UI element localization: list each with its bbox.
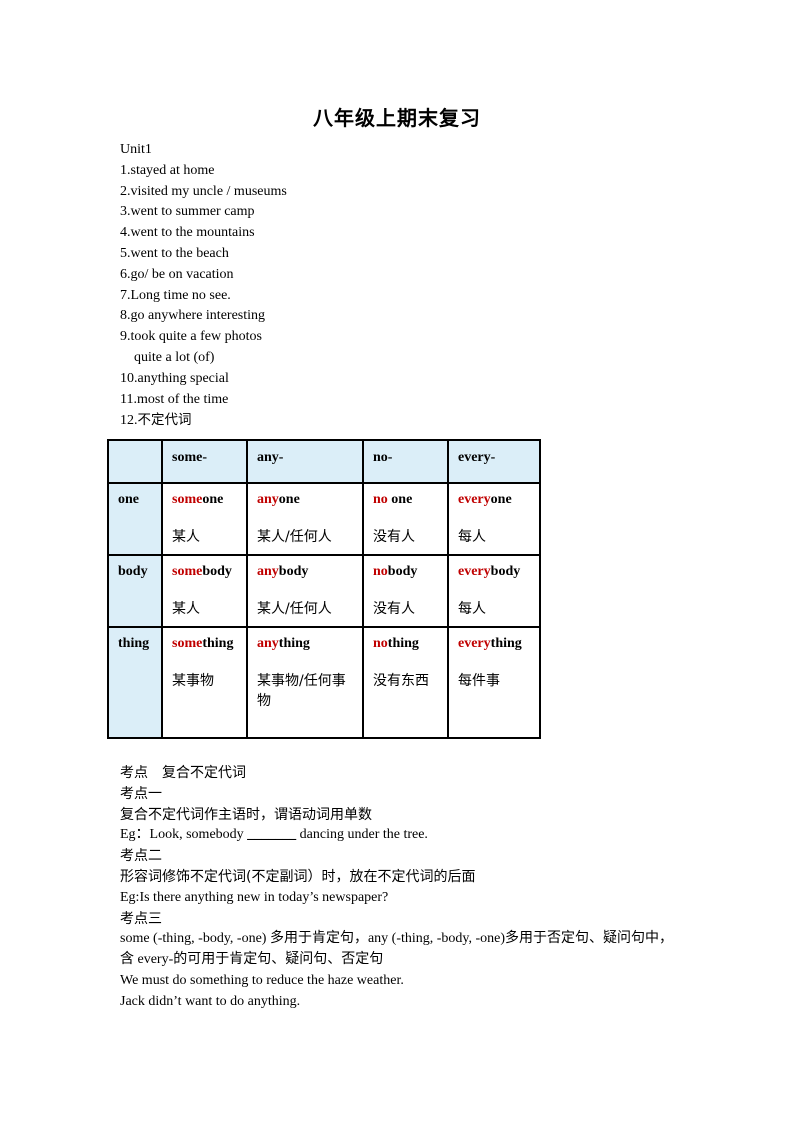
point-title: 考点一 (120, 785, 162, 802)
header-cell (107, 439, 163, 484)
point-title: 考点二 (120, 848, 162, 865)
list-item: 12.不定代词 (120, 410, 287, 431)
table-cell: everything 每件事 (447, 626, 541, 739)
list-item: 11.most of the time (120, 391, 229, 407)
table-cell: anything 某事物/任何事物 (246, 626, 364, 739)
document-title: 八年级上期末复习 (313, 106, 481, 130)
table-cell: nobody 没有人 (362, 554, 449, 628)
table-cell: anyone 某人/任何人 (246, 482, 364, 556)
table-row: one someone 某人 anyone 某人/任何人 no one 没有人 eve… (107, 482, 541, 556)
list-item: 10.anything special (120, 370, 229, 386)
list-item: 6.go/ be on vacation (120, 266, 234, 282)
point-rule: 含 every-的可用于肯定句、疑问句、否定句 (120, 952, 384, 968)
list-item: 2.visited my uncle / museums (120, 183, 287, 199)
table-cell: everybody 每人 (447, 554, 541, 628)
header-cell: some- (161, 439, 248, 484)
point-rule: 形容词修饰不定代词(不定副词）时，放在不定代词的后面 (120, 868, 476, 885)
header-cell: every- (447, 439, 541, 484)
list-item: 1.stayed at home (120, 162, 215, 178)
table-cell: nothing 没有东西 (362, 626, 449, 739)
section-heading: 考点 复合不定代词 (120, 765, 246, 781)
table-cell: anybody 某人/任何人 (246, 554, 364, 628)
exam-points-section: 考点 复合不定代词 考点一 复合不定代词作主语时，谓语动词用单数 Eg：Look… (120, 763, 673, 1013)
point-rule: 复合不定代词作主语时，谓语动词用单数 (120, 806, 372, 823)
list-item: 9.took quite a few photos (120, 329, 262, 345)
point-example: Eg：Look, somebody _______ dancing under … (120, 827, 428, 843)
item-number: 12. (120, 413, 138, 429)
table-cell: something 某事物 (161, 626, 248, 739)
list-item: 5.went to the beach (120, 245, 229, 261)
list-item: 8.go anywhere interesting (120, 308, 266, 324)
list-item: 4.went to the mountains (120, 225, 255, 241)
table-cell: someone 某人 (161, 482, 248, 556)
fill-in-blank: _______ (247, 827, 297, 843)
point-title: 考点三 (120, 910, 162, 927)
point-example: Jack didn’t want to do anything. (120, 993, 301, 1009)
indefinite-pronoun-table: some- any- no- every- one someone 某人 anyo… (107, 439, 541, 739)
header-cell: no- (362, 439, 449, 484)
row-header: body (107, 554, 163, 628)
table-cell: everyone 每人 (447, 482, 541, 556)
table-cell: no one 没有人 (362, 482, 449, 556)
row-header: one (107, 482, 163, 556)
row-header: thing (107, 626, 163, 739)
table-cell: somebody 某人 (161, 554, 248, 628)
vocab-list: Unit1 1.stayed at home 2.visited my uncl… (120, 140, 287, 431)
table-header-row: some- any- no- every- (107, 439, 541, 484)
point-example: We must do something to reduce the haze … (120, 972, 404, 988)
header-cell: any- (246, 439, 364, 484)
table-row: body somebody 某人 anybody 某人/任何人 nobody 没有人 … (107, 554, 541, 628)
table-row: thing something 某事物 anything 某事物/任何事物 noth… (107, 626, 541, 739)
point-rule: some (-thing, -body, -one) 多用于肯定句，any (-… (120, 931, 674, 947)
item-text: 不定代词 (137, 412, 192, 429)
list-item: 7.Long time no see. (120, 287, 231, 303)
unit-label: Unit1 (120, 142, 152, 157)
point-example: Eg:Is there anything new in today’s news… (120, 889, 389, 905)
list-item: 3.went to summer camp (120, 204, 255, 220)
list-item: quite a lot (of) (134, 349, 215, 365)
